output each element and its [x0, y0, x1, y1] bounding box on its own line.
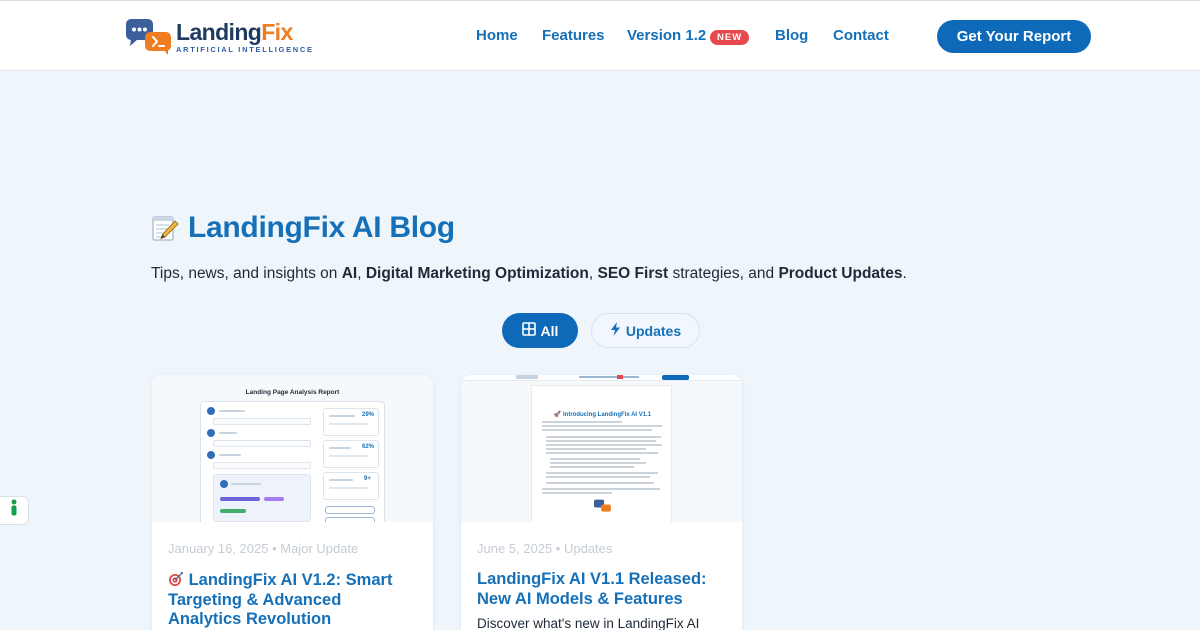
post-date: January 16, 2025: [168, 541, 269, 556]
post-thumbnail: Landing Page Analysis Report 29% 62% 9+: [152, 375, 433, 522]
thumbnail-navbar: [461, 375, 742, 381]
filter-updates-label: Updates: [625, 322, 682, 339]
nav-features-link[interactable]: Features: [542, 27, 605, 45]
brand-tagline: ARTIFICIAL INTELLIGENCE: [176, 45, 314, 54]
chat-bubbles-logo-icon: [594, 498, 612, 519]
post-meta: June 5, 2025 • Updates: [477, 541, 613, 556]
grid-icon: [521, 322, 536, 339]
blog-post-card[interactable]: 🚀 Introducing LandingFix AI V1.1 June 5,…: [461, 375, 742, 630]
blog-post-card[interactable]: Landing Page Analysis Report 29% 62% 9+ …: [152, 375, 433, 630]
memo-icon: [151, 214, 179, 242]
post-excerpt: Discover what's new in LandingFix AI: [477, 616, 700, 630]
new-badge: NEW: [710, 30, 750, 45]
filter-all-button[interactable]: All: [502, 313, 578, 348]
page-title-row: LandingFix AI Blog: [151, 211, 455, 245]
post-title-link[interactable]: LandingFix AI V1.2: Smart Targeting & Ad…: [168, 571, 418, 630]
site-header: LandingFix ARTIFICIAL INTELLIGENCE Home …: [0, 0, 1200, 71]
brand-name: LandingFix: [176, 19, 293, 45]
accessibility-button[interactable]: [0, 496, 29, 525]
filter-updates-button[interactable]: Updates: [591, 313, 700, 348]
chat-bubbles-logo-icon: [126, 16, 174, 56]
brand-logo[interactable]: LandingFix ARTIFICIAL INTELLIGENCE: [126, 16, 314, 56]
post-date: June 5, 2025: [477, 541, 553, 556]
nav-home-link[interactable]: Home: [476, 27, 518, 45]
thumbnail-report-title: Landing Page Analysis Report: [245, 389, 340, 396]
filter-all-label: All: [540, 322, 559, 339]
nav-version-link[interactable]: Version 1.2: [627, 27, 706, 45]
thumbnail-article-heading: 🚀 Introducing LandingFix AI V1.1: [553, 412, 652, 418]
page-title: LandingFix AI Blog: [188, 211, 455, 244]
accessibility-icon: [9, 499, 19, 522]
post-thumbnail: 🚀 Introducing LandingFix AI V1.1: [461, 375, 742, 522]
target-icon: [168, 571, 184, 589]
post-category: Major Update: [280, 541, 359, 556]
nav-blog-link[interactable]: Blog: [775, 27, 808, 45]
thumbnail-report-panel: 29% 62% 9+: [200, 401, 385, 522]
post-meta: January 16, 2025 • Major Update: [168, 541, 359, 556]
post-title-link[interactable]: LandingFix AI V1.1 Released: New AI Mode…: [477, 570, 727, 609]
nav-contact-link[interactable]: Contact: [833, 27, 889, 45]
page-subtitle: Tips, news, and insights on AI, Digital …: [151, 265, 907, 282]
get-your-report-button[interactable]: Get Your Report: [937, 20, 1091, 53]
thumbnail-article: 🚀 Introducing LandingFix AI V1.1: [531, 385, 672, 522]
lightning-icon: [610, 322, 621, 339]
post-category: Updates: [563, 541, 613, 556]
